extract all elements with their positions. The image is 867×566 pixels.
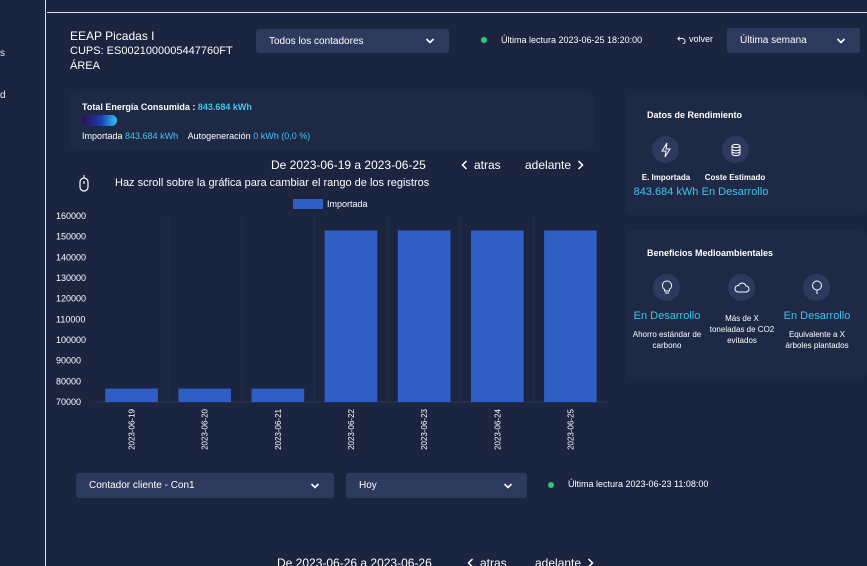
bar (470, 230, 524, 402)
lightbulb-icon (653, 274, 680, 301)
bar (324, 230, 378, 402)
y-tick-label: 70000 (56, 397, 81, 407)
y-tick-label: 160000 (56, 211, 86, 221)
bar (178, 388, 232, 402)
legend-label: Importada (327, 199, 368, 209)
chevron-down-icon (310, 482, 320, 489)
bar (544, 230, 597, 402)
cloud-icon (728, 274, 755, 301)
next-range-button-2[interactable]: adelante (535, 556, 594, 566)
bar (105, 388, 158, 402)
consumption-bar-chart[interactable]: 70000 80000 90000 100000 110000 120000 130000 1… (0, 0, 620, 460)
status-dot-2 (548, 482, 554, 488)
x-tick-label: 2023-06-25 (566, 408, 575, 449)
back-button[interactable]: volver (677, 34, 713, 44)
prev-range-label-2: atras (480, 556, 507, 566)
cost-value: En Desarrollo (701, 186, 769, 198)
performance-card: Datos de Rendimiento E. Importada 843.68… (625, 93, 867, 215)
period-select-2[interactable]: Hoy (346, 473, 527, 498)
carbon-value: En Desarrollo (633, 310, 701, 322)
y-tick-label: 110000 (56, 314, 85, 324)
period-select-2-value: Hoy (359, 480, 377, 491)
next-range-label-2: adelante (535, 556, 582, 566)
meter-select-2[interactable]: Contador cliente - Con1 (76, 473, 334, 498)
meter-select-2-value: Contador cliente - Con1 (89, 480, 195, 491)
environment-card: Beneficios Medioambientales En Desarroll… (625, 230, 867, 379)
bolt-icon (652, 136, 679, 163)
y-tick-label: 150000 (56, 232, 86, 242)
x-tick-label: 2023-06-24 (493, 408, 502, 449)
last-reading-2: Última lectura 2023-06-23 11:08:00 (568, 479, 709, 489)
carbon-desc: Ahorro estándar de carbono (632, 330, 702, 350)
legend-swatch (293, 199, 323, 209)
x-tick-label: 2023-06-23 (420, 408, 429, 449)
x-tick-label: 2023-06-19 (128, 408, 137, 449)
environment-title: Beneficios Medioambientales (647, 248, 774, 258)
chevron-right-icon (588, 558, 594, 566)
cost-label: Coste Estimado (704, 173, 766, 182)
chevron-down-icon (836, 37, 846, 44)
chevron-left-icon (467, 558, 474, 566)
bar (397, 230, 451, 402)
x-tick-label: 2023-06-20 (201, 408, 210, 449)
bar (251, 388, 305, 402)
coins-icon (722, 136, 749, 163)
x-tick-label: 2023-06-22 (347, 408, 356, 449)
y-tick-label: 140000 (56, 252, 86, 262)
y-tick-label: 130000 (56, 273, 86, 283)
chevron-down-icon (503, 482, 513, 489)
y-tick-label: 90000 (56, 356, 81, 366)
y-tick-label: 100000 (56, 335, 86, 345)
period-select[interactable]: Última semana (727, 28, 860, 53)
prev-range-button-2[interactable]: atras (467, 556, 507, 566)
y-tick-label: 120000 (56, 294, 86, 304)
date-range-title-2: De 2023-06-26 a 2023-06-26 (277, 556, 432, 566)
co2-desc: Más de X toneladas de CO2 evitados (709, 314, 775, 345)
tree-icon (803, 274, 830, 301)
back-label: volver (689, 34, 714, 44)
period-select-value: Última semana (740, 35, 807, 46)
trees-value: En Desarrollo (783, 310, 851, 322)
trees-desc: Equivalente a X árboles plantados (785, 330, 849, 350)
undo-icon (677, 35, 686, 44)
y-tick-label: 80000 (56, 376, 81, 386)
performance-title: Datos de Rendimiento (647, 110, 743, 120)
x-tick-label: 2023-06-21 (274, 408, 283, 449)
